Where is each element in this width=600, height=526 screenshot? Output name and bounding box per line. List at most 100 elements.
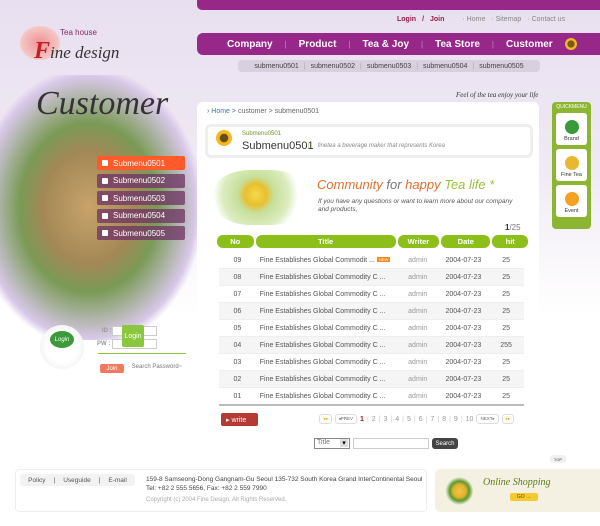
write-button[interactable]: ▸ write bbox=[221, 413, 258, 426]
copyright: Copyright (c) 2004 Fine Design. All Righ… bbox=[146, 497, 287, 503]
home-link[interactable]: · Home bbox=[462, 16, 485, 23]
cell-title[interactable]: Fine Establishes Global Commodity C ... bbox=[256, 325, 397, 332]
subnav-0504[interactable]: submenu0504 bbox=[423, 63, 467, 70]
cell-title[interactable]: Fine Establishes Global Commodity C ... bbox=[256, 342, 397, 349]
side-menu-item-0505[interactable]: Submenu0505 bbox=[97, 226, 185, 240]
cell-no: 07 bbox=[233, 290, 242, 298]
login-button[interactable]: Login bbox=[122, 325, 144, 347]
sitemap-link[interactable]: · Sitemap bbox=[491, 16, 521, 23]
first-page-button[interactable]: ◂◂ bbox=[319, 414, 332, 424]
page-9[interactable]: 9 bbox=[454, 416, 458, 423]
cell-title[interactable]: Fine Establishes Global Commodity C ... bbox=[256, 291, 397, 298]
top-button[interactable]: TOP bbox=[550, 455, 566, 463]
table-row[interactable]: 05 Fine Establishes Global Commodity C .… bbox=[219, 320, 524, 337]
contact-link[interactable]: · Contact us bbox=[527, 16, 565, 23]
search-field-select[interactable]: Title bbox=[314, 438, 350, 449]
search-password-link[interactable]: · Search Password~ bbox=[128, 364, 182, 370]
page-10[interactable]: 10 bbox=[466, 416, 474, 423]
cell-no: 05 bbox=[233, 324, 242, 332]
login-link[interactable]: Login bbox=[397, 16, 416, 23]
cell-no: 09 bbox=[233, 256, 242, 264]
community-banner: Community for happy Tea life * If you ha… bbox=[213, 168, 523, 228]
cell-hit: 25 bbox=[502, 290, 511, 298]
hero-title: Customer bbox=[36, 85, 169, 122]
search-input[interactable] bbox=[353, 438, 429, 449]
subnav-0503[interactable]: submenu0503 bbox=[367, 63, 411, 70]
cell-title[interactable]: Fine Establishes Global Commodity C ... bbox=[256, 274, 397, 281]
quick-fine-tea[interactable]: Fine Tea bbox=[556, 149, 587, 181]
page-4[interactable]: 4 bbox=[395, 416, 399, 423]
nav-tea-joy[interactable]: Tea & Joy bbox=[351, 39, 422, 50]
table-row[interactable]: 02 Fine Establishes Global Commodity C .… bbox=[219, 371, 524, 388]
cell-title[interactable]: Fine Establishes Global Commodit ... NEW bbox=[256, 256, 397, 264]
nav-company[interactable]: Company bbox=[215, 39, 285, 50]
go-button[interactable]: GO → bbox=[510, 493, 538, 501]
page-7[interactable]: 7 bbox=[430, 416, 434, 423]
prev-page-button[interactable]: ◂PREV bbox=[334, 414, 358, 424]
table-row[interactable]: 04 Fine Establishes Global Commodity C .… bbox=[219, 337, 524, 354]
next-page-button[interactable]: NEXT▸ bbox=[476, 414, 499, 424]
subnav-0505[interactable]: submenu0505 bbox=[479, 63, 523, 70]
cell-hit: 25 bbox=[502, 273, 511, 281]
subnav-0502[interactable]: submenu0502 bbox=[311, 63, 355, 70]
subnav-0501[interactable]: submenu0501 bbox=[254, 63, 298, 70]
breadcrumb-home[interactable]: Home bbox=[211, 108, 230, 115]
divider bbox=[98, 353, 186, 354]
table-row[interactable]: 03 Fine Establishes Global Commodity C .… bbox=[219, 354, 524, 371]
table-row[interactable]: 09 Fine Establishes Global Commodit ... N… bbox=[219, 252, 524, 269]
leaf-icon bbox=[564, 120, 579, 134]
policy-link[interactable]: Policy bbox=[28, 477, 45, 484]
cell-writer: admin bbox=[408, 341, 428, 349]
page-6[interactable]: 6 bbox=[419, 416, 423, 423]
page-1[interactable]: 1 bbox=[360, 416, 364, 423]
nav-tea-store[interactable]: Tea Store bbox=[423, 39, 492, 50]
cell-no: 02 bbox=[233, 375, 242, 383]
email-link[interactable]: E-mail bbox=[108, 477, 126, 484]
cell-title[interactable]: Fine Establishes Global Commodity C ... bbox=[256, 393, 397, 400]
cell-writer: admin bbox=[408, 256, 428, 264]
page-5[interactable]: 5 bbox=[407, 416, 411, 423]
table-row[interactable]: 08 Fine Establishes Global Commodity C .… bbox=[219, 269, 524, 286]
side-menu-item-0504[interactable]: Submenu0504 bbox=[97, 208, 185, 223]
logo-main: ine design bbox=[50, 43, 120, 62]
cell-hit: 25 bbox=[502, 358, 511, 366]
quick-event[interactable]: Event bbox=[556, 185, 587, 217]
useguide-link[interactable]: Useguide bbox=[63, 477, 90, 484]
table-row[interactable]: 01 Fine Establishes Global Commodity C .… bbox=[219, 388, 524, 405]
sub-nav: submenu0501 | submenu0502 | submenu0503 | s… bbox=[238, 60, 540, 72]
logo-text: Fine design bbox=[34, 38, 119, 65]
cell-title[interactable]: Fine Establishes Global Commodity C ... bbox=[256, 376, 397, 383]
logo-initial: F bbox=[34, 38, 51, 64]
cup-label: Login bbox=[50, 331, 74, 348]
side-menu-item-0503[interactable]: Submenu0503 bbox=[97, 191, 185, 205]
table-row[interactable]: 06 Fine Establishes Global Commodity C .… bbox=[219, 303, 524, 320]
nav-product[interactable]: Product bbox=[287, 39, 349, 50]
cell-title[interactable]: Fine Establishes Global Commodity C ... bbox=[256, 308, 397, 315]
teapot-illustration bbox=[213, 170, 308, 225]
cell-date: 2004-07-23 bbox=[445, 273, 482, 281]
quick-label: Brand bbox=[564, 136, 579, 142]
join-link[interactable]: Join bbox=[430, 16, 444, 23]
quick-brand[interactable]: Brand bbox=[556, 113, 587, 145]
join-button[interactable]: Join bbox=[100, 364, 124, 373]
online-shopping-banner[interactable]: Online Shopping GO → bbox=[435, 469, 600, 512]
nav-customer[interactable]: Customer bbox=[494, 39, 565, 50]
cell-writer: admin bbox=[408, 392, 428, 400]
side-menu-label: Submenu0501 bbox=[113, 158, 166, 168]
side-menu-item-0502[interactable]: Submenu0502 bbox=[97, 173, 185, 188]
login-cup-icon: Login bbox=[40, 325, 84, 369]
logo[interactable]: Tea house Fine design bbox=[20, 18, 120, 65]
cell-title[interactable]: Fine Establishes Global Commodity C ... bbox=[256, 359, 397, 366]
separator: / bbox=[422, 16, 425, 23]
side-menu-item-0501[interactable]: Submenu0501 bbox=[97, 156, 185, 170]
arrow-icon bbox=[102, 160, 108, 166]
page-2[interactable]: 2 bbox=[372, 416, 376, 423]
table-row[interactable]: 07 Fine Establishes Global Commodity C .… bbox=[219, 286, 524, 303]
page-3[interactable]: 3 bbox=[384, 416, 388, 423]
pagination: ◂◂ ◂PREV 1 | 2 | 3 | 4 | 5 | 6 | 7 | 8 | 9 | 10 NEXT▸ ▸▸ bbox=[319, 414, 515, 424]
cell-hit: 25 bbox=[502, 392, 511, 400]
tagline: Feel of the tea enjoy your life bbox=[456, 91, 539, 99]
search-button[interactable]: Search bbox=[432, 438, 458, 449]
page-8[interactable]: 8 bbox=[442, 416, 446, 423]
last-page-button[interactable]: ▸▸ bbox=[501, 414, 515, 424]
